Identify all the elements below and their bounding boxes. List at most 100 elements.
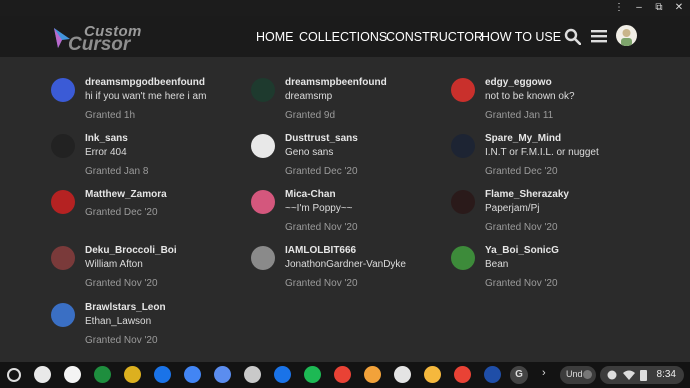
user-description: I.N.T or F.M.I.L. or nugget xyxy=(485,147,599,158)
user-avatar-image xyxy=(451,134,475,158)
nav-collections[interactable]: COLLECTIONS xyxy=(299,30,387,44)
user-name[interactable]: Mica-Chan xyxy=(285,189,336,200)
user-name[interactable]: edgy_eggowo xyxy=(485,77,552,88)
user-name[interactable]: Ink_sans xyxy=(85,133,128,144)
clock: 8:34 xyxy=(656,369,676,380)
user-description: ~~I'm Poppy~~ xyxy=(285,203,353,214)
user-card[interactable]: Spare_My_Mind I.N.T or F.M.I.L. or nugge… xyxy=(451,133,651,185)
user-description: JonathonGardner-VanDyke xyxy=(285,259,406,270)
window-title-bar: ⋮ – ⧉ ✕ xyxy=(0,0,690,16)
search-icon[interactable] xyxy=(564,28,581,45)
chevron-right-icon[interactable]: › xyxy=(542,367,546,379)
input-method-pill[interactable]: Und xyxy=(560,366,596,384)
user-name[interactable]: dreamsmpbeenfound xyxy=(285,77,387,88)
user-card[interactable]: Ink_sans Error 404 Granted Jan 8 xyxy=(51,133,251,185)
avatar-image xyxy=(621,29,632,46)
site-logo[interactable]: Custom Cursor xyxy=(52,23,152,55)
granted-date: Granted 9d xyxy=(285,110,336,121)
status-tray[interactable]: 8:34 xyxy=(600,366,684,384)
app-icon-14[interactable] xyxy=(424,366,441,383)
user-avatar-image xyxy=(51,190,75,214)
battery-icon xyxy=(640,370,647,381)
app-icon-15[interactable] xyxy=(454,366,471,383)
user-avatar-image xyxy=(51,78,75,102)
granted-date: Granted Dec '20 xyxy=(485,166,558,177)
user-avatar-image xyxy=(51,246,75,270)
paint-icon[interactable] xyxy=(334,366,351,383)
user-avatar-image xyxy=(51,134,75,158)
user-description: hi if you wan't me here i am xyxy=(85,91,207,102)
nav-constructor[interactable]: CONSTRUCTOR xyxy=(386,30,483,44)
user-description: Bean xyxy=(485,259,509,270)
user-avatar-image xyxy=(251,246,275,270)
app-icon-12[interactable] xyxy=(364,366,381,383)
classroom-icon[interactable] xyxy=(94,366,111,383)
user-card[interactable]: Brawlstars_Leon Ethan_Lawson Granted Nov… xyxy=(51,302,251,354)
spotify-icon[interactable] xyxy=(304,366,321,383)
user-card[interactable]: Mica-Chan ~~I'm Poppy~~ Granted Nov '20 xyxy=(251,189,451,241)
user-avatar-image xyxy=(251,190,275,214)
user-description: Paperjam/Pj xyxy=(485,203,540,214)
os-shelf: G › Und 8:34 xyxy=(0,362,690,388)
user-name[interactable]: dreamsmpgodbeenfound xyxy=(85,77,205,88)
drive-icon[interactable] xyxy=(64,366,81,383)
user-name[interactable]: Ya_Boi_SonicG xyxy=(485,245,559,256)
window-controls: ⋮ – ⧉ ✕ xyxy=(614,2,684,13)
minimize-icon[interactable]: – xyxy=(634,2,644,13)
user-card[interactable]: Deku_Broccoli_Boi William Afton Granted … xyxy=(51,245,251,297)
user-description: dreamsmp xyxy=(285,91,333,102)
gmail-icon[interactable] xyxy=(34,366,51,383)
user-card[interactable]: Flame_Sherazaky Paperjam/Pj Granted Nov … xyxy=(451,189,651,241)
user-name[interactable]: IAMLOLBIT666 xyxy=(285,245,356,256)
user-name[interactable]: Deku_Broccoli_Boi xyxy=(85,245,177,256)
user-name[interactable]: Spare_My_Mind xyxy=(485,133,561,144)
user-card[interactable]: dreamsmpbeenfound dreamsmp Granted 9d xyxy=(251,77,451,129)
app-icon-9[interactable] xyxy=(274,366,291,383)
input-method-dot xyxy=(583,370,592,379)
user-card[interactable]: Dusttrust_sans Geno sans Granted Dec '20 xyxy=(251,133,451,185)
granted-date: Granted Nov '20 xyxy=(285,278,358,289)
granted-date: Granted Nov '20 xyxy=(485,278,558,289)
restore-icon[interactable]: ⧉ xyxy=(654,2,664,13)
settings-icon[interactable] xyxy=(244,366,261,383)
granted-date: Granted Nov '20 xyxy=(485,222,558,233)
user-name[interactable]: Flame_Sherazaky xyxy=(485,189,569,200)
meet-icon[interactable] xyxy=(154,366,171,383)
launcher-icon[interactable] xyxy=(7,368,21,382)
nav-how-to-use[interactable]: HOW TO USE xyxy=(481,30,561,44)
granted-date: Granted Nov '20 xyxy=(85,278,158,289)
granted-date: Granted Dec '20 xyxy=(285,166,358,177)
user-avatar[interactable] xyxy=(616,25,637,46)
nav-home[interactable]: HOME xyxy=(256,30,294,44)
more-options-icon[interactable]: ⋮ xyxy=(614,2,624,13)
granted-date: Granted Jan 11 xyxy=(485,110,554,121)
user-card[interactable]: Ya_Boi_SonicG Bean Granted Nov '20 xyxy=(451,245,651,297)
docs-icon[interactable] xyxy=(184,366,201,383)
user-card[interactable]: edgy_eggowo not to be known ok? Granted … xyxy=(451,77,651,129)
user-description: Geno sans xyxy=(285,147,334,158)
account-avatar[interactable]: G xyxy=(510,366,528,384)
user-name[interactable]: Brawlstars_Leon xyxy=(85,302,166,313)
user-avatar-image xyxy=(251,134,275,158)
app-icon-7[interactable] xyxy=(214,366,231,383)
user-card[interactable]: Matthew_Zamora Granted Dec '20 xyxy=(51,189,251,241)
granted-date: Granted Dec '20 xyxy=(85,207,158,218)
granted-date: Granted 1h xyxy=(85,110,136,121)
app-icon-16[interactable] xyxy=(484,366,501,383)
app-icon-13[interactable] xyxy=(394,366,411,383)
user-avatar-image xyxy=(251,78,275,102)
menu-icon[interactable] xyxy=(591,28,607,44)
user-description: Ethan_Lawson xyxy=(85,316,152,327)
logo-text-bottom: Cursor xyxy=(68,34,131,55)
granted-users-list: dreamsmpgodbeenfound hi if you wan't me … xyxy=(0,57,690,357)
granted-date: Granted Nov '20 xyxy=(285,222,358,233)
user-card[interactable]: IAMLOLBIT666 JonathonGardner-VanDyke Gra… xyxy=(251,245,451,297)
user-card[interactable]: dreamsmpgodbeenfound hi if you wan't me … xyxy=(51,77,251,129)
granted-date: Granted Jan 8 xyxy=(85,166,149,177)
user-name[interactable]: Matthew_Zamora xyxy=(85,189,167,200)
close-icon[interactable]: ✕ xyxy=(674,2,684,13)
user-name[interactable]: Dusttrust_sans xyxy=(285,133,358,144)
chrome-icon[interactable] xyxy=(124,366,141,383)
wifi-icon xyxy=(623,370,635,380)
user-description: William Afton xyxy=(85,259,143,270)
